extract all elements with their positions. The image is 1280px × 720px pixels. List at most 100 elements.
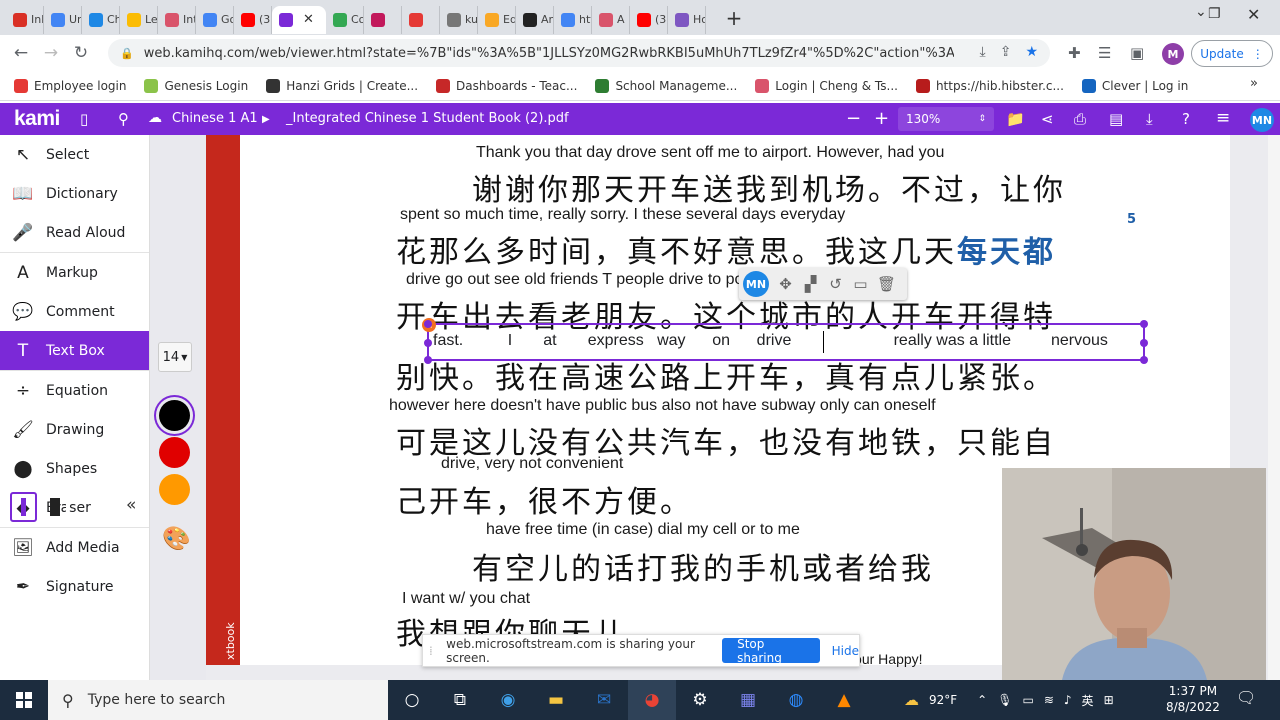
hide-button[interactable]: Hide (832, 644, 859, 658)
tool-markup[interactable]: A Markup (0, 253, 149, 292)
teams-icon[interactable]: ▦ (724, 680, 772, 720)
tool-add-media[interactable]: 🖼 Add Media (0, 528, 149, 567)
chrome-icon[interactable]: ◕ (628, 680, 676, 720)
browser-tab[interactable]: (3) (234, 5, 272, 34)
style-icon[interactable]: ▞ (802, 275, 819, 293)
extensions-icon[interactable]: ✚ (1068, 44, 1081, 62)
collapse-sidebar-icon[interactable]: « (126, 495, 136, 515)
zoom-select[interactable]: 130% ⇕ (898, 107, 994, 131)
close-tab-icon[interactable]: ✕ (303, 12, 314, 27)
cortana-icon[interactable]: ○ (388, 680, 436, 720)
browser-tab[interactable]: http (554, 5, 592, 34)
windows-start-button[interactable] (0, 692, 48, 708)
bookmark-item[interactable]: https://hib.hibster.c... (915, 78, 1064, 93)
share-icon[interactable]: ⇪ (1000, 44, 1012, 60)
browser-tab[interactable]: Goo (196, 5, 234, 34)
move-icon[interactable]: ✥ (777, 275, 794, 293)
browser-tab[interactable]: kup (440, 5, 478, 34)
browser-tab[interactable]: Col (326, 5, 364, 34)
bookmark-item[interactable]: School Manageme... (595, 78, 737, 93)
menu-icon[interactable]: ≡ (1216, 108, 1230, 128)
vertical-scrollbar[interactable] (1268, 135, 1280, 680)
network-icon[interactable]: ▭ (1022, 693, 1033, 707)
taskbar-search[interactable]: ⚲ Type here to search (48, 680, 388, 720)
tool-signature[interactable]: ✒ Signature (0, 567, 149, 606)
palette-icon[interactable]: 🎨 (162, 525, 191, 552)
bookmark-star-icon[interactable]: ★ (1025, 44, 1038, 60)
save-icon[interactable]: ▤ (1109, 110, 1123, 128)
new-tab-button[interactable]: + (720, 6, 748, 30)
browser-tab[interactable]: Inb (6, 5, 44, 34)
tray-chevron-icon[interactable]: ⌃ (977, 693, 987, 707)
bookmark-item[interactable]: Dashboards - Teac... (436, 78, 577, 93)
user-avatar[interactable]: MN (1250, 108, 1274, 132)
settings-icon[interactable]: ⚙ (676, 680, 724, 720)
outlook-icon[interactable]: ✉ (580, 680, 628, 720)
browser-tab[interactable] (402, 5, 440, 34)
side-panel-icon[interactable]: ▣ (1130, 44, 1144, 62)
kami-logo[interactable]: kami (14, 107, 60, 131)
browser-tab[interactable] (364, 5, 402, 34)
bookmark-item[interactable]: Genesis Login (144, 78, 248, 93)
folder-icon[interactable]: 📁 (1006, 110, 1025, 128)
bookmark-item[interactable]: Hanzi Grids | Create... (266, 78, 418, 93)
bookmark-item[interactable]: Clever | Log in (1081, 78, 1188, 93)
more-bookmarks-icon[interactable]: » (1250, 76, 1258, 91)
tool-drawing[interactable]: 🖌 Drawing (0, 410, 149, 449)
volume-icon[interactable]: ♪ (1064, 693, 1072, 707)
reload-button[interactable]: ↻ (66, 43, 96, 63)
help-icon[interactable]: ? (1182, 110, 1190, 128)
bookmark-item[interactable]: Login | Cheng & Ts... (755, 78, 898, 93)
url-bar[interactable]: 🔒 web.kamihq.com/web/viewer.html?state=%… (108, 39, 1050, 67)
share-icon[interactable]: ⋖ (1041, 110, 1054, 128)
browser-tab[interactable]: Chi (82, 5, 120, 34)
single-panel-button[interactable] (10, 492, 37, 522)
textbox-content[interactable]: fast. I at express way on drive really w… (433, 332, 1108, 350)
rotate-icon[interactable]: ↺ (827, 275, 844, 293)
tool-select[interactable]: ↖ Select (0, 135, 149, 174)
vlc-icon[interactable]: ▲ (820, 680, 868, 720)
wifi-icon[interactable]: ≋ (1044, 693, 1054, 707)
edge-icon[interactable]: ◉ (484, 680, 532, 720)
restore-window-button[interactable]: ❐ (1208, 6, 1221, 22)
trash-icon[interactable]: 🗑 (877, 275, 896, 293)
tool-text-box[interactable]: T Text Box (0, 331, 149, 370)
download-icon[interactable]: ⤓ (1146, 110, 1153, 128)
zoom-icon[interactable]: ◍ (772, 680, 820, 720)
font-size-select[interactable]: 14 ▼ (158, 342, 192, 372)
search-icon[interactable]: ⚲ (118, 110, 129, 128)
duplicate-icon[interactable]: ▭ (852, 275, 869, 293)
tool-dictionary[interactable]: 📖 Dictionary (0, 174, 149, 213)
print-icon[interactable]: ⎙ (1074, 110, 1086, 128)
browser-tab[interactable]: Am (516, 5, 554, 34)
browser-tab[interactable]: Unt (44, 5, 82, 34)
double-panel-button[interactable] (41, 492, 68, 522)
drag-handle-icon[interactable]: ⁞ (429, 644, 436, 658)
browser-tab[interactable]: A F (592, 5, 630, 34)
ime-mode-icon[interactable]: ⊞ (1104, 693, 1114, 707)
update-button[interactable]: Update ⋮ (1191, 40, 1273, 67)
back-button[interactable]: ← (6, 43, 36, 63)
breadcrumb-file[interactable]: _Integrated Chinese 1 Student Book (2).p… (286, 111, 569, 126)
color-swatch-red[interactable] (159, 437, 190, 468)
color-swatch-black[interactable] (159, 400, 190, 431)
zoom-out-button[interactable]: − (846, 108, 861, 129)
bookmark-item[interactable]: Employee login (14, 78, 126, 93)
weather-icon[interactable]: ☁ (904, 691, 919, 709)
media-control-icon[interactable]: ☰ (1098, 44, 1111, 62)
tool-comment[interactable]: 💬 Comment (0, 292, 149, 331)
temperature[interactable]: 92°F (929, 693, 957, 707)
browser-tab[interactable]: Ho (668, 5, 706, 34)
browser-tab[interactable]: (3) (630, 5, 668, 34)
profile-avatar[interactable]: M (1162, 43, 1184, 65)
stop-sharing-button[interactable]: Stop sharing (722, 637, 820, 665)
browser-tab[interactable]: ✕ (272, 5, 326, 34)
notification-icon[interactable]: 🗨 (1236, 688, 1256, 707)
ime-indicator[interactable]: 英 (1082, 692, 1094, 709)
task-view-icon[interactable]: ⧉ (436, 680, 484, 720)
zoom-in-button[interactable]: + (874, 108, 889, 129)
sidebar-toggle-icon[interactable]: ▯ (80, 110, 88, 128)
browser-tab[interactable]: Les (120, 5, 158, 34)
close-window-button[interactable]: ✕ (1247, 5, 1260, 24)
microphone-icon[interactable]: 🎙 (997, 693, 1012, 707)
